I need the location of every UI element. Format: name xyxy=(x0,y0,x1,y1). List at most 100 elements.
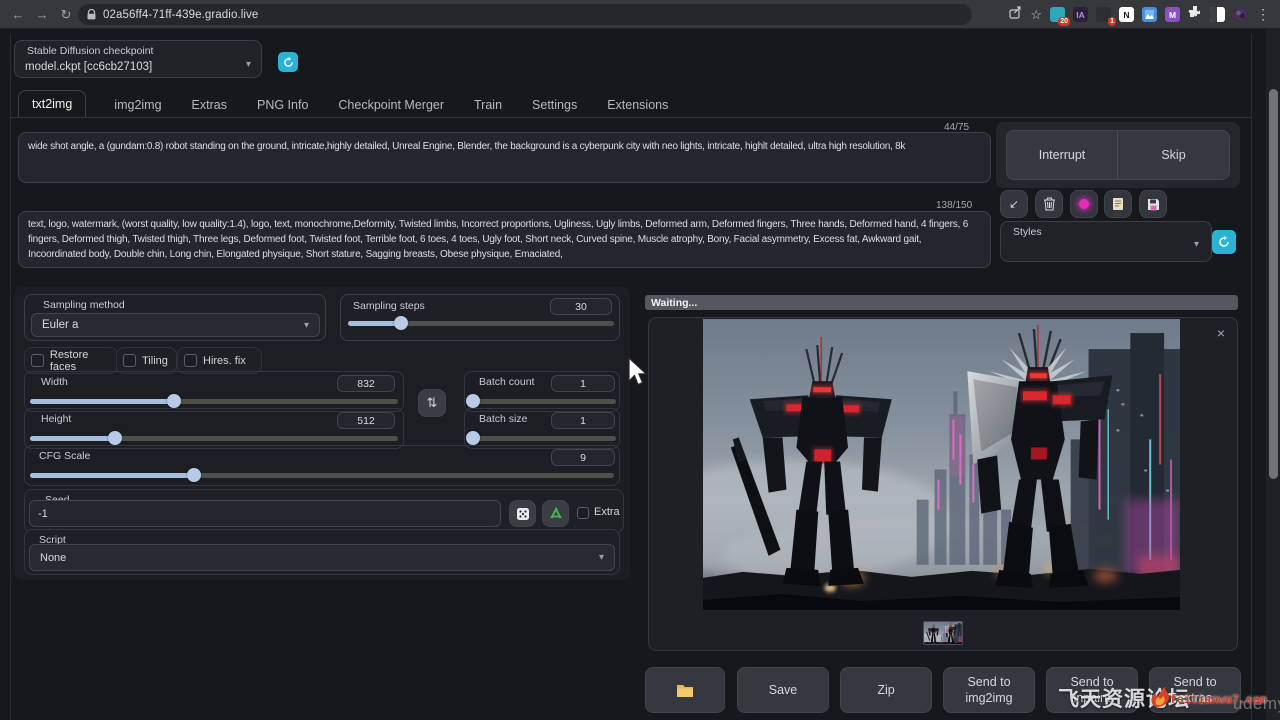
slider-handle[interactable] xyxy=(394,316,408,330)
profile-avatar[interactable] xyxy=(1233,7,1248,22)
hires-fix-checkbox[interactable] xyxy=(184,354,197,367)
save-style-button[interactable] xyxy=(1139,190,1167,218)
batch-count-input[interactable]: 1 xyxy=(551,375,615,392)
extension-badge: 1 xyxy=(1108,17,1116,26)
tiling-checkbox[interactable] xyxy=(123,354,136,367)
generate-panel: Interrupt Skip xyxy=(996,122,1240,188)
extra-networks-button[interactable] xyxy=(1070,190,1098,218)
tiling-option[interactable]: Tiling xyxy=(116,347,177,374)
reload-icon[interactable]: ↻ xyxy=(56,5,76,25)
domain-watermark: feitianwu7.com xyxy=(1170,694,1267,707)
slider-handle[interactable] xyxy=(466,394,480,408)
extension-monica[interactable]: M xyxy=(1165,7,1180,22)
sampling-method-select[interactable]: Euler a ▾ xyxy=(31,313,320,337)
extension-notion[interactable]: N xyxy=(1119,7,1134,22)
cfg-scale-value: 9 xyxy=(580,452,586,464)
tab-png-info[interactable]: PNG Info xyxy=(255,92,310,118)
skip-label: Skip xyxy=(1161,147,1185,163)
mouse-cursor xyxy=(627,357,649,387)
slider-handle[interactable] xyxy=(187,468,201,482)
batch-size-input[interactable]: 1 xyxy=(551,412,615,429)
tab-settings[interactable]: Settings xyxy=(530,92,579,118)
sampling-method-value: Euler a xyxy=(42,319,78,331)
share-icon[interactable] xyxy=(1008,5,1022,24)
zip-button[interactable]: Zip xyxy=(840,667,932,713)
gallery-thumbnail[interactable] xyxy=(923,621,963,645)
negative-prompt-textarea[interactable]: text, logo, watermark, (worst quality, l… xyxy=(18,211,991,268)
apply-style-button[interactable] xyxy=(1104,190,1132,218)
sampling-steps-input[interactable]: 30 xyxy=(550,298,612,315)
bookmark-star-icon[interactable]: ☆ xyxy=(1030,7,1042,23)
script-select[interactable]: None ▾ xyxy=(29,544,615,571)
checkpoint-refresh-button[interactable] xyxy=(278,52,298,72)
script-value: None xyxy=(40,552,66,564)
hires-fix-option[interactable]: Hires. fix xyxy=(177,347,262,374)
tab-txt2img[interactable]: txt2img xyxy=(18,90,86,118)
styles-refresh-button[interactable] xyxy=(1212,230,1236,254)
dice-icon xyxy=(516,507,530,521)
batch-size-value: 1 xyxy=(580,415,586,427)
width-slider[interactable] xyxy=(30,399,398,404)
extension-ia[interactable]: IA xyxy=(1073,7,1088,22)
scrollbar-track[interactable] xyxy=(1266,29,1280,720)
batch-count-slider[interactable] xyxy=(470,399,616,404)
clear-prompt-button[interactable] xyxy=(1035,190,1063,218)
chevron-down-icon: ▾ xyxy=(599,552,604,563)
send-to-img2img-label: Send to img2img xyxy=(958,674,1020,707)
restore-faces-checkbox[interactable] xyxy=(31,354,44,367)
generated-image[interactable] xyxy=(703,319,1180,610)
tab-extras[interactable]: Extras xyxy=(190,92,229,118)
height-slider[interactable] xyxy=(30,436,398,441)
prompt-textarea[interactable]: wide shot angle, a (gundam:0.8) robot st… xyxy=(18,132,991,183)
address-bar[interactable]: 02a56ff4-71ff-439e.gradio.live xyxy=(78,4,972,25)
back-icon[interactable]: ← xyxy=(8,5,28,25)
slider-handle[interactable] xyxy=(466,431,480,445)
batch-size-slider[interactable] xyxy=(470,436,616,441)
extensions-puzzle-icon[interactable] xyxy=(1188,5,1202,24)
cfg-scale-input[interactable]: 9 xyxy=(551,449,615,466)
styles-dropdown[interactable]: Styles ▾ xyxy=(1000,221,1212,262)
height-input[interactable]: 512 xyxy=(337,412,395,429)
lock-icon xyxy=(87,9,96,20)
tab-train[interactable]: Train xyxy=(472,92,504,118)
tab-extensions[interactable]: Extensions xyxy=(605,92,670,118)
menu-icon[interactable]: ⋮ xyxy=(1256,6,1270,23)
close-icon[interactable]: × xyxy=(1217,325,1225,341)
forward-icon[interactable]: → xyxy=(32,5,52,25)
tiling-label: Tiling xyxy=(142,355,168,367)
width-input[interactable]: 832 xyxy=(337,375,395,392)
scrollbar-thumb[interactable] xyxy=(1269,89,1278,479)
chevron-down-icon: ▾ xyxy=(304,320,309,331)
sampling-steps-slider[interactable] xyxy=(348,321,614,326)
sampling-steps-value: 30 xyxy=(575,301,587,313)
height-block: Height 512 xyxy=(24,408,404,449)
interrupt-button[interactable]: Interrupt xyxy=(1006,130,1118,180)
save-label: Save xyxy=(769,682,798,698)
paste-params-button[interactable]: ↙ xyxy=(1000,190,1028,218)
skip-button[interactable]: Skip xyxy=(1118,130,1230,180)
sampling-method-block: Sampling method Euler a ▾ xyxy=(24,294,326,341)
tab-checkpoint-merger[interactable]: Checkpoint Merger xyxy=(336,92,446,118)
random-seed-button[interactable] xyxy=(509,500,536,527)
zip-label: Zip xyxy=(877,682,894,698)
tab-img2img[interactable]: img2img xyxy=(112,92,163,118)
reuse-seed-button[interactable] xyxy=(542,500,569,527)
send-to-img2img-button[interactable]: Send to img2img xyxy=(943,667,1035,713)
reading-list-icon[interactable] xyxy=(1210,7,1225,22)
flame-logo-icon xyxy=(1148,686,1172,708)
slider-handle[interactable] xyxy=(167,394,181,408)
cfg-scale-slider[interactable] xyxy=(30,473,614,478)
checkpoint-dropdown[interactable]: Stable Diffusion checkpoint model.ckpt [… xyxy=(14,40,262,78)
height-value: 512 xyxy=(357,415,375,427)
extension-photos[interactable] xyxy=(1142,7,1157,22)
extra-seed-checkbox[interactable] xyxy=(577,507,589,519)
extension-capture[interactable]: 1 xyxy=(1096,7,1111,22)
restore-faces-option[interactable]: Restore faces xyxy=(24,347,118,374)
seed-input[interactable]: -1 xyxy=(29,500,501,527)
open-folder-button[interactable] xyxy=(645,667,725,713)
swap-dimensions-button[interactable]: ⇅ xyxy=(418,389,446,417)
extension-pin[interactable]: 20 xyxy=(1050,7,1065,22)
slider-handle[interactable] xyxy=(108,431,122,445)
save-button[interactable]: Save xyxy=(737,667,829,713)
tab-bar: txt2img img2img Extras PNG Info Checkpoi… xyxy=(18,89,1252,118)
